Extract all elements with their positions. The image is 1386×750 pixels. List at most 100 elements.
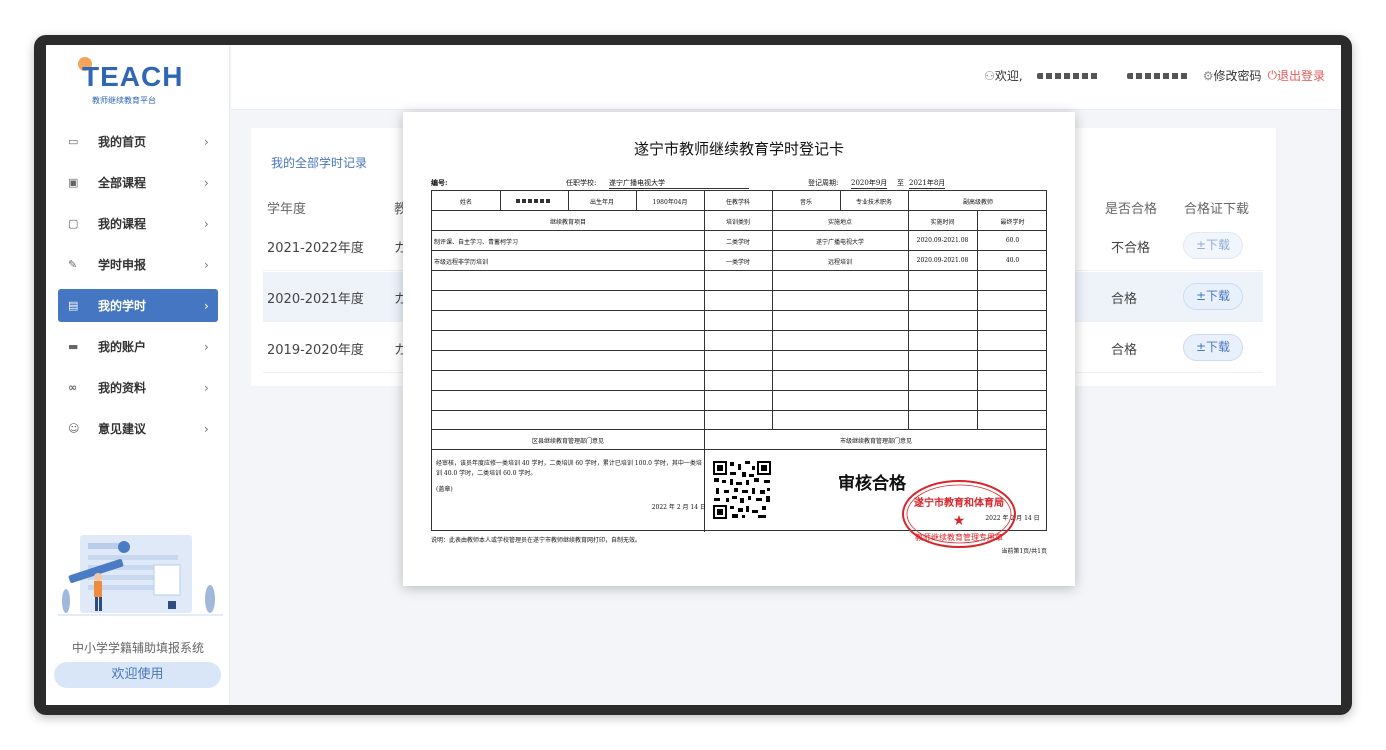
period-label: 登记周期: (808, 179, 839, 187)
monitor-icon: ▭ (68, 135, 79, 148)
records-title[interactable]: 我的全部学时记录 (271, 154, 367, 171)
item-time: 2020.09-2021.08 (916, 257, 969, 264)
sidebar-item-home[interactable]: ▭ 我的首页 › (58, 125, 218, 158)
card-icon: ▬ (68, 340, 79, 353)
welcome-button[interactable]: 欢迎使用 (54, 662, 221, 688)
item-location: 远程培训 (827, 259, 852, 266)
item-project: 制评课、自主学习、青蓄柯学习 (434, 239, 519, 246)
grid-line (432, 429, 1046, 430)
user-menu: ⚇ 欢迎, ⚙ 修改密码 ⏻ 退出登录 (984, 67, 1325, 84)
seal-sub: 教师继续教育管理专用章 (915, 532, 1003, 542)
grid-line (432, 210, 1046, 211)
header-year: 学年度 (267, 202, 307, 217)
header-time: 实施时间 (930, 219, 955, 226)
redacted-name (516, 199, 552, 203)
seal-label: (盖章) (436, 486, 453, 493)
title-value: 副高级教师 (962, 199, 993, 206)
power-icon: ⏻ (1267, 68, 1277, 82)
sidebar-item-my-profile[interactable]: ∞ 我的资料 › (58, 371, 218, 404)
sidebar-item-label: 意见建议 (98, 422, 147, 436)
header-cert: 合格证下载 (1184, 202, 1250, 217)
grid-line (432, 310, 1046, 311)
sidebar-item-hour-report[interactable]: ✎ 学时申报 › (58, 248, 218, 281)
grid-line (432, 270, 1046, 271)
download-button[interactable]: ±下载 (1183, 232, 1243, 259)
header-type: 培训类别 (725, 219, 750, 226)
approved-text: 审核合格 (838, 474, 906, 494)
grid-line (432, 370, 1046, 371)
chevron-right-icon: › (204, 380, 209, 395)
item-hours: 40.0 (1005, 257, 1020, 264)
grid-line (432, 350, 1046, 351)
sidebar-nav: ▭ 我的首页 › ▣ 全部课程 › ▢ 我的课程 › ✎ 学时申报 › ▤ 我的 (58, 125, 218, 453)
registration-card-preview: 遂宁市教师继续教育学时登记卡 编号: 任职学校: 遂宁广播电视大学 登记周期: … (403, 112, 1075, 586)
title-label: 专业技术职务 (855, 199, 892, 206)
change-password-link[interactable]: 修改密码 (1213, 67, 1261, 84)
school-value: 遂宁广播电视大学 (609, 178, 749, 189)
user-icon: ⚇ (984, 68, 995, 83)
download-label: 下载 (1206, 340, 1231, 354)
welcome-text: 欢迎, (994, 69, 1023, 83)
sidebar-item-label: 我的课程 (98, 217, 147, 231)
subject-value: 音乐 (799, 199, 812, 206)
item-location: 遂宁广播电视大学 (815, 239, 864, 246)
chevron-right-icon: › (204, 257, 209, 272)
header-project: 继续教育项目 (549, 219, 586, 226)
redacted-username-2 (1126, 72, 1189, 79)
row-year: 2019-2020年度 (267, 343, 364, 358)
sidebar-item-label: 我的账户 (98, 340, 147, 354)
sidebar: TEACH 教师继续教育平台 ▭ 我的首页 › ▣ 全部课程 › ▢ 我的课程 … (46, 45, 230, 705)
sidebar-item-my-account[interactable]: ▬ 我的账户 › (58, 330, 218, 363)
pen-icon: ✎ (68, 258, 78, 271)
download-label: 下载 (1206, 289, 1231, 303)
download-label: 下载 (1206, 238, 1231, 252)
name-label: 姓名 (459, 199, 472, 206)
grid-line (704, 191, 705, 449)
header-pass: 是否合格 (1105, 202, 1158, 217)
sidebar-item-label: 我的资料 (98, 381, 147, 395)
settings-icon: ⚙ (1202, 68, 1214, 83)
link-icon: ∞ (68, 381, 78, 394)
item-hours: 60.0 (1005, 237, 1020, 244)
download-icon: ± (1195, 238, 1207, 252)
card-title: 遂宁市教师继续教育学时登记卡 (633, 140, 844, 158)
header-location: 实施地点 (827, 219, 852, 226)
logout-link[interactable]: 退出登录 (1277, 67, 1325, 84)
grid-line (432, 230, 1046, 231)
card-note: 说明：此表由教师本人或学校管理员在遂宁市教师继续教育网打印，自制无效。 (431, 537, 642, 544)
district-opinion-label: 区县继续教育管理部门意见 (531, 438, 604, 445)
row-pass-status: 合格 (1111, 292, 1138, 307)
sidebar-item-label: 我的首页 (98, 135, 147, 149)
item-type: 一类学时 (725, 259, 750, 266)
download-button[interactable]: ±下载 (1183, 283, 1243, 310)
sidebar-illustration (58, 535, 223, 616)
grid-line (500, 191, 501, 210)
chevron-right-icon: › (204, 339, 209, 354)
chevron-right-icon: › (204, 134, 209, 149)
period-to-label: 至 (897, 179, 904, 187)
grid-line (908, 191, 909, 429)
seal-star: ★ (953, 513, 966, 529)
seal-text: 遂宁市教育和体育局 (914, 496, 1004, 509)
app-logo[interactable]: TEACH 教师继续教育平台 (74, 53, 204, 109)
sidebar-item-all-courses[interactable]: ▣ 全部课程 › (58, 166, 218, 199)
chevron-right-icon: › (204, 298, 209, 313)
grid-line (432, 449, 1046, 450)
sidebar-item-feedback[interactable]: ☺ 意见建议 › (58, 412, 218, 445)
subject-label: 任教学科 (725, 199, 750, 206)
district-opinion: 经审核，该员年度应修一类培训 40 学时，二类培训 60 学时，累计已培训 10… (436, 459, 706, 513)
district-opinion-text: 经审核，该员年度应修一类培训 40 学时，二类培训 60 学时，累计已培训 10… (436, 460, 702, 477)
grid-line (772, 191, 773, 429)
item-type: 二类学时 (725, 239, 750, 246)
sidebar-item-my-courses[interactable]: ▢ 我的课程 › (58, 207, 218, 240)
birth-label: 出生年月 (589, 199, 614, 206)
grid-line (432, 410, 1046, 411)
sidebar-item-my-hours[interactable]: ▤ 我的学时 › (58, 289, 218, 322)
chevron-right-icon: › (204, 175, 209, 190)
document-icon: ▢ (68, 217, 79, 230)
sidebar-item-label: 全部课程 (98, 176, 147, 190)
district-date: 2022 年 2 月 14 日 (651, 504, 706, 511)
download-button[interactable]: ±下载 (1183, 334, 1243, 361)
item-project: 市级远程非学历培训 (434, 259, 489, 266)
row-pass-status: 不合格 (1111, 241, 1151, 256)
